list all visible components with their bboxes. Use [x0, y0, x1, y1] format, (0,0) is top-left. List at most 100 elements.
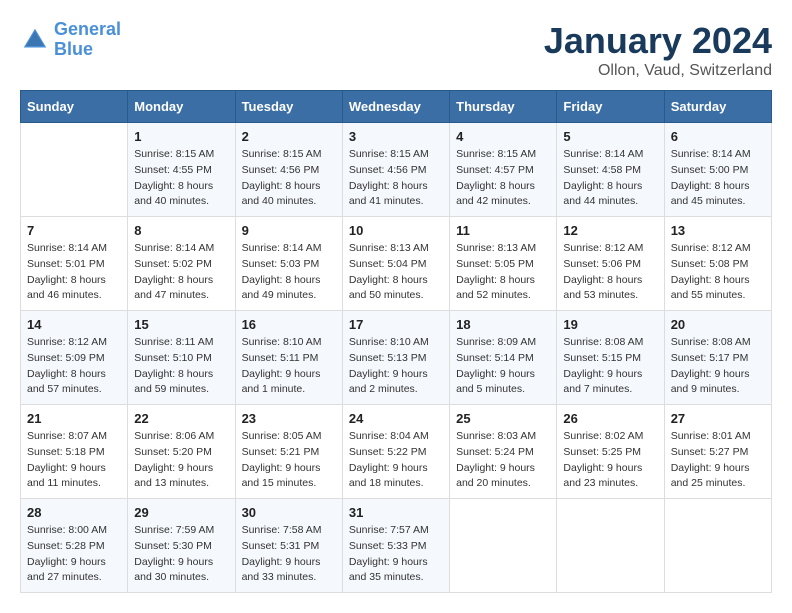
- day-detail: Sunrise: 8:02 AMSunset: 5:25 PMDaylight:…: [563, 429, 657, 492]
- calendar-cell: 17Sunrise: 8:10 AMSunset: 5:13 PMDayligh…: [342, 311, 449, 405]
- calendar-cell: 18 Sunrise: 8:09 AMSunset: 5:14 PMDayligh…: [450, 311, 557, 405]
- calendar-table: SundayMondayTuesdayWednesdayThursdayFrid…: [20, 90, 772, 593]
- day-number: 31: [349, 505, 443, 520]
- day-number: 22: [134, 411, 228, 426]
- day-detail: Sunrise: 8:12 AMSunset: 5:08 PMDaylight:…: [671, 241, 765, 304]
- logo-text: General Blue: [54, 20, 121, 60]
- calendar-cell: 1 Sunrise: 8:15 AMSunset: 4:55 PMDaylight…: [128, 123, 235, 217]
- day-number: 2: [242, 129, 336, 144]
- day-number: 25: [456, 411, 550, 426]
- day-detail: Sunrise: 8:15 AMSunset: 4:57 PMDaylight:…: [456, 147, 550, 210]
- day-number: 20: [671, 317, 765, 332]
- calendar-week-4: 21 Sunrise: 8:07 AMSunset: 5:18 PMDayligh…: [21, 405, 772, 499]
- calendar-cell: 8 Sunrise: 8:14 AMSunset: 5:02 PMDaylight…: [128, 217, 235, 311]
- day-number: 3: [349, 129, 443, 144]
- month-title: January 2024: [544, 20, 772, 62]
- day-number: 17: [349, 317, 443, 332]
- calendar-cell: 11 Sunrise: 8:13 AMSunset: 5:05 PMDayligh…: [450, 217, 557, 311]
- location-subtitle: Ollon, Vaud, Switzerland: [544, 62, 772, 80]
- calendar-cell: 7 Sunrise: 8:14 AMSunset: 5:01 PMDaylight…: [21, 217, 128, 311]
- day-detail: Sunrise: 8:00 AMSunset: 5:28 PMDaylight:…: [27, 523, 121, 586]
- day-detail: Sunrise: 8:13 AMSunset: 5:04 PMDaylight:…: [349, 241, 443, 304]
- day-detail: Sunrise: 7:57 AMSunset: 5:33 PMDaylight:…: [349, 523, 443, 586]
- calendar-cell: 2 Sunrise: 8:15 AMSunset: 4:56 PMDaylight…: [235, 123, 342, 217]
- calendar-cell: 21 Sunrise: 8:07 AMSunset: 5:18 PMDayligh…: [21, 405, 128, 499]
- day-detail: Sunrise: 7:58 AMSunset: 5:31 PMDaylight:…: [242, 523, 336, 586]
- day-detail: Sunrise: 8:04 AMSunset: 5:22 PMDaylight:…: [349, 429, 443, 492]
- calendar-cell: 31 Sunrise: 7:57 AMSunset: 5:33 PMDayligh…: [342, 499, 449, 593]
- day-number: 16: [242, 317, 336, 332]
- day-detail: Sunrise: 8:08 AMSunset: 5:15 PMDaylight:…: [563, 335, 657, 398]
- calendar-cell: 14 Sunrise: 8:12 AMSunset: 5:09 PMDayligh…: [21, 311, 128, 405]
- calendar-cell: 13 Sunrise: 8:12 AMSunset: 5:08 PMDayligh…: [664, 217, 771, 311]
- calendar-cell: 23Sunrise: 8:05 AMSunset: 5:21 PMDayligh…: [235, 405, 342, 499]
- calendar-week-1: 1 Sunrise: 8:15 AMSunset: 4:55 PMDaylight…: [21, 123, 772, 217]
- day-number: 7: [27, 223, 121, 238]
- logo: General Blue: [20, 20, 121, 60]
- day-detail: Sunrise: 8:15 AMSunset: 4:55 PMDaylight:…: [134, 147, 228, 210]
- weekday-header-monday: Monday: [128, 91, 235, 123]
- day-number: 21: [27, 411, 121, 426]
- calendar-cell: 27 Sunrise: 8:01 AMSunset: 5:27 PMDayligh…: [664, 405, 771, 499]
- day-detail: Sunrise: 8:14 AMSunset: 5:03 PMDaylight:…: [242, 241, 336, 304]
- day-detail: Sunrise: 8:12 AMSunset: 5:09 PMDaylight:…: [27, 335, 121, 398]
- calendar-cell: 9 Sunrise: 8:14 AMSunset: 5:03 PMDaylight…: [235, 217, 342, 311]
- calendar-cell: 15Sunrise: 8:11 AMSunset: 5:10 PMDayligh…: [128, 311, 235, 405]
- day-detail: Sunrise: 8:12 AMSunset: 5:06 PMDaylight:…: [563, 241, 657, 304]
- day-detail: Sunrise: 8:03 AMSunset: 5:24 PMDaylight:…: [456, 429, 550, 492]
- day-number: 18: [456, 317, 550, 332]
- calendar-cell: 3Sunrise: 8:15 AMSunset: 4:56 PMDaylight…: [342, 123, 449, 217]
- day-number: 28: [27, 505, 121, 520]
- day-number: 5: [563, 129, 657, 144]
- calendar-cell: [450, 499, 557, 593]
- page-header: General Blue January 2024 Ollon, Vaud, S…: [20, 20, 772, 80]
- day-number: 9: [242, 223, 336, 238]
- calendar-body: 1 Sunrise: 8:15 AMSunset: 4:55 PMDaylight…: [21, 123, 772, 593]
- day-detail: Sunrise: 8:09 AMSunset: 5:14 PMDaylight:…: [456, 335, 550, 398]
- day-number: 14: [27, 317, 121, 332]
- calendar-cell: [664, 499, 771, 593]
- calendar-cell: 29Sunrise: 7:59 AMSunset: 5:30 PMDayligh…: [128, 499, 235, 593]
- day-number: 13: [671, 223, 765, 238]
- calendar-header: SundayMondayTuesdayWednesdayThursdayFrid…: [21, 91, 772, 123]
- day-number: 6: [671, 129, 765, 144]
- logo-general: General: [54, 19, 121, 39]
- title-area: January 2024 Ollon, Vaud, Switzerland: [544, 20, 772, 80]
- day-number: 29: [134, 505, 228, 520]
- day-detail: Sunrise: 8:10 AMSunset: 5:11 PMDaylight:…: [242, 335, 336, 398]
- calendar-cell: 20 Sunrise: 8:08 AMSunset: 5:17 PMDayligh…: [664, 311, 771, 405]
- calendar-cell: [21, 123, 128, 217]
- weekday-header-saturday: Saturday: [664, 91, 771, 123]
- day-detail: Sunrise: 8:15 AMSunset: 4:56 PMDaylight:…: [242, 147, 336, 210]
- day-detail: Sunrise: 8:07 AMSunset: 5:18 PMDaylight:…: [27, 429, 121, 492]
- calendar-cell: 22 Sunrise: 8:06 AMSunset: 5:20 PMDayligh…: [128, 405, 235, 499]
- day-detail: Sunrise: 8:14 AMSunset: 5:00 PMDaylight:…: [671, 147, 765, 210]
- calendar-cell: [557, 499, 664, 593]
- weekday-header-sunday: Sunday: [21, 91, 128, 123]
- weekday-header-thursday: Thursday: [450, 91, 557, 123]
- calendar-week-5: 28 Sunrise: 8:00 AMSunset: 5:28 PMDayligh…: [21, 499, 772, 593]
- day-number: 8: [134, 223, 228, 238]
- calendar-cell: 4Sunrise: 8:15 AMSunset: 4:57 PMDaylight…: [450, 123, 557, 217]
- logo-icon: [20, 25, 50, 55]
- day-detail: Sunrise: 8:06 AMSunset: 5:20 PMDaylight:…: [134, 429, 228, 492]
- calendar-cell: 5 Sunrise: 8:14 AMSunset: 4:58 PMDaylight…: [557, 123, 664, 217]
- calendar-cell: 12Sunrise: 8:12 AMSunset: 5:06 PMDayligh…: [557, 217, 664, 311]
- day-number: 11: [456, 223, 550, 238]
- day-number: 27: [671, 411, 765, 426]
- day-detail: Sunrise: 8:13 AMSunset: 5:05 PMDaylight:…: [456, 241, 550, 304]
- day-number: 1: [134, 129, 228, 144]
- day-detail: Sunrise: 8:14 AMSunset: 5:01 PMDaylight:…: [27, 241, 121, 304]
- calendar-cell: 6 Sunrise: 8:14 AMSunset: 5:00 PMDaylight…: [664, 123, 771, 217]
- day-detail: Sunrise: 8:08 AMSunset: 5:17 PMDaylight:…: [671, 335, 765, 398]
- calendar-cell: 24Sunrise: 8:04 AMSunset: 5:22 PMDayligh…: [342, 405, 449, 499]
- calendar-cell: 19Sunrise: 8:08 AMSunset: 5:15 PMDayligh…: [557, 311, 664, 405]
- day-detail: Sunrise: 8:14 AMSunset: 4:58 PMDaylight:…: [563, 147, 657, 210]
- day-number: 26: [563, 411, 657, 426]
- logo-blue: Blue: [54, 39, 93, 59]
- calendar-cell: 10 Sunrise: 8:13 AMSunset: 5:04 PMDayligh…: [342, 217, 449, 311]
- calendar-cell: 16 Sunrise: 8:10 AMSunset: 5:11 PMDayligh…: [235, 311, 342, 405]
- day-detail: Sunrise: 8:14 AMSunset: 5:02 PMDaylight:…: [134, 241, 228, 304]
- day-number: 10: [349, 223, 443, 238]
- day-detail: Sunrise: 8:01 AMSunset: 5:27 PMDaylight:…: [671, 429, 765, 492]
